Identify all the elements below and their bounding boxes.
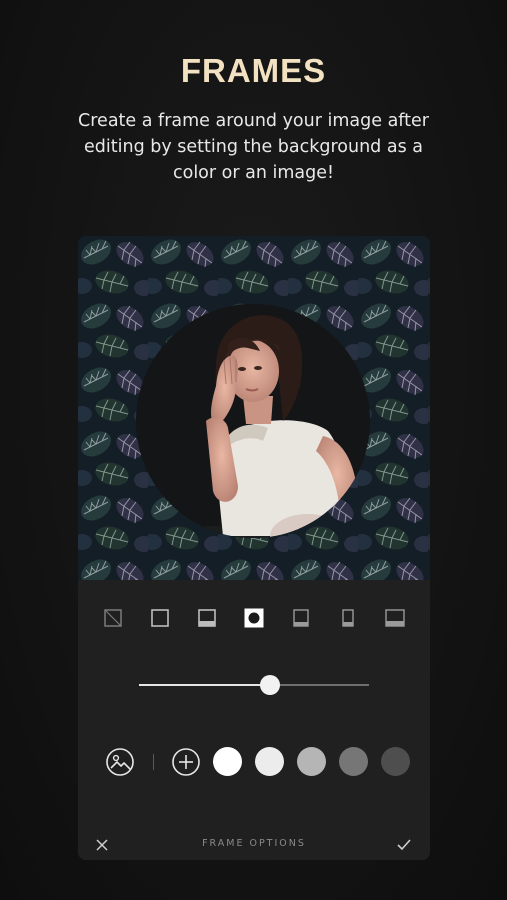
frame-bottom-full-option[interactable] [383, 606, 407, 630]
app-screen: FRAMES Create a frame around your image … [0, 0, 507, 900]
frame-top-band-icon [198, 609, 216, 627]
color-swatch[interactable] [213, 747, 242, 776]
color-swatch[interactable] [297, 747, 326, 776]
page-title: FRAMES [180, 52, 327, 89]
editor-card: FRAME OPTIONS [78, 236, 430, 860]
frame-bottom-full-icon [385, 609, 405, 627]
frame-top-band-option[interactable] [195, 606, 219, 630]
frame-style-row [78, 606, 430, 630]
bottom-bar: FRAME OPTIONS [78, 834, 430, 856]
frame-circle-icon [244, 608, 264, 628]
divider [153, 754, 154, 770]
slider-fill [139, 684, 271, 686]
color-swatch[interactable] [255, 747, 284, 776]
bottom-bar-label: FRAME OPTIONS [202, 838, 306, 849]
frame-circle-option[interactable] [242, 606, 266, 630]
image-background-button[interactable] [104, 746, 136, 778]
add-color-button[interactable] [170, 746, 202, 778]
frame-bottom-band-option[interactable] [289, 606, 313, 630]
slider-thumb[interactable] [260, 675, 281, 695]
image-preview [78, 236, 430, 580]
color-swatch[interactable] [339, 747, 368, 776]
check-icon [397, 839, 411, 851]
frame-bottom-narrow-option[interactable] [336, 606, 360, 630]
add-color-icon [172, 748, 200, 776]
frame-square-icon [151, 609, 169, 627]
frame-none-icon [104, 609, 122, 627]
color-swatch[interactable] [381, 747, 410, 776]
frame-none-option[interactable] [101, 606, 125, 630]
frame-bottom-narrow-icon [342, 609, 354, 627]
confirm-button[interactable] [393, 834, 415, 856]
frame-bottom-band-icon [293, 609, 309, 627]
frame-size-slider[interactable] [139, 675, 369, 695]
page-subtitle: Create a frame around your image after e… [78, 111, 429, 183]
background-color-row [78, 745, 430, 779]
frame-editor-panel: FRAME OPTIONS [78, 580, 430, 860]
framed-photo [78, 236, 430, 580]
frame-square-option[interactable] [148, 606, 172, 630]
image-background-icon [106, 748, 134, 776]
